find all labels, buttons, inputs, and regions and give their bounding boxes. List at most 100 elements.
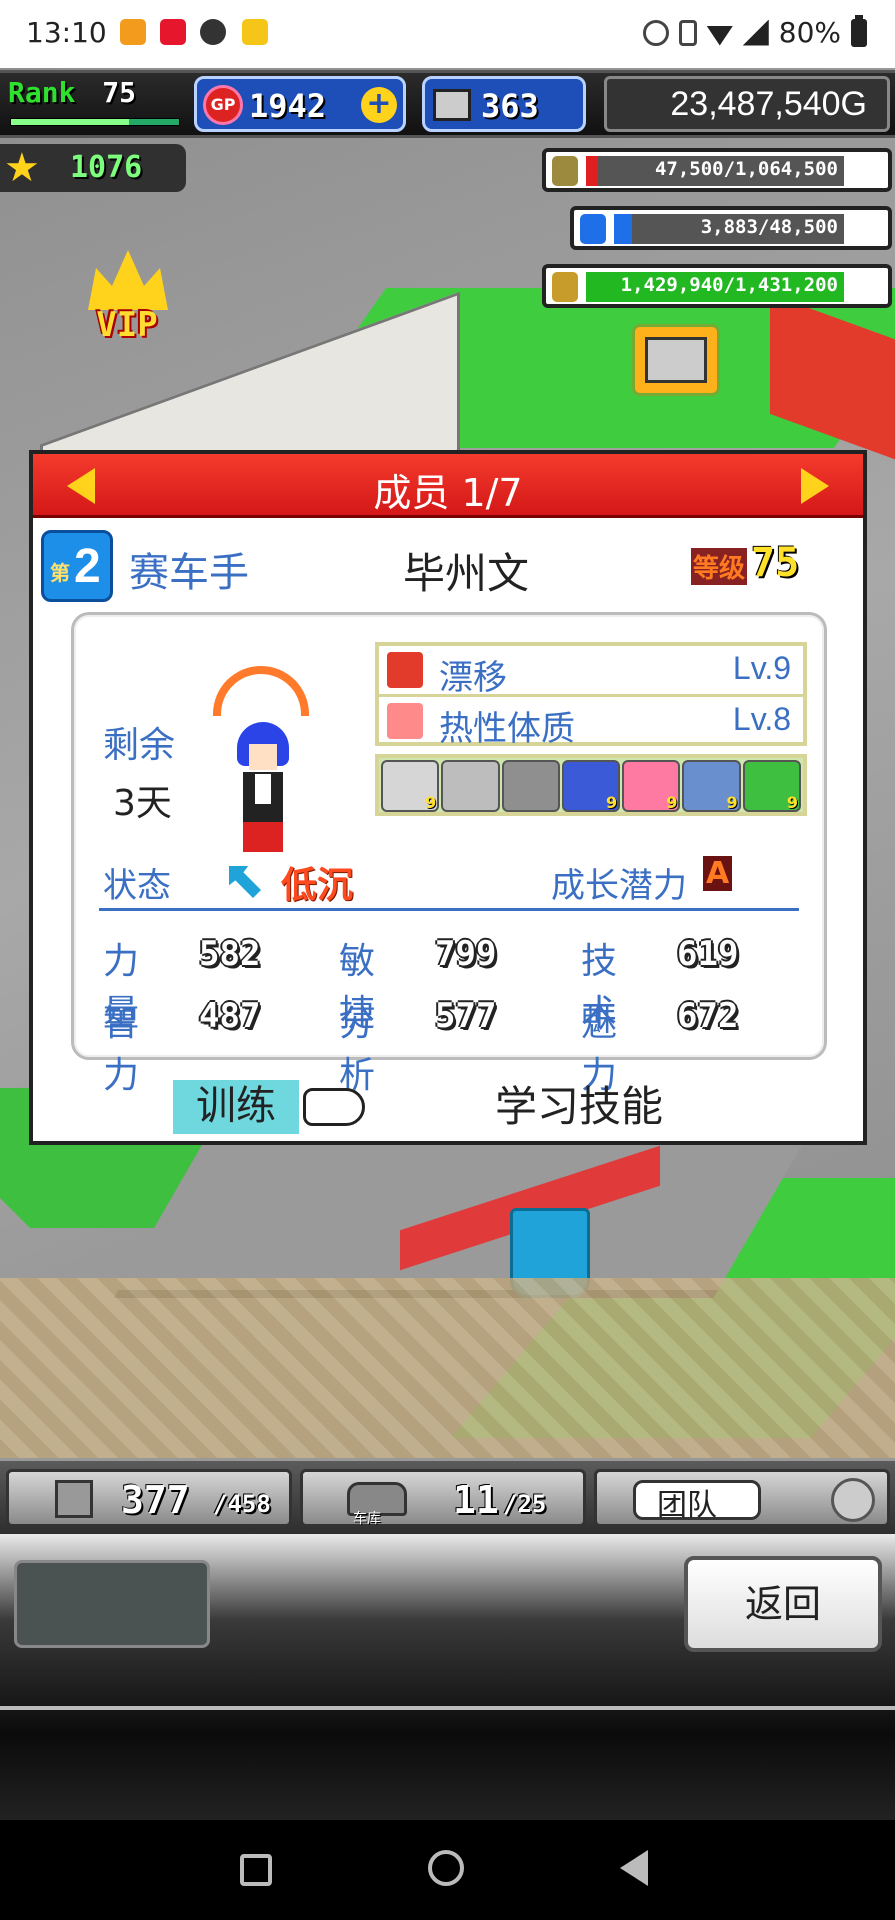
parts-icon xyxy=(55,1480,93,1518)
rank-number: 2 xyxy=(74,540,101,593)
remaining-label: 剩余 xyxy=(103,725,176,766)
research-box[interactable]: 363 xyxy=(422,76,586,132)
research-resource-text: 1,429,940/1,431,200 xyxy=(620,274,838,296)
stat-value: 799 xyxy=(435,934,497,974)
stat-value: 672 xyxy=(677,996,739,1036)
gear-slot-icon[interactable] xyxy=(501,760,560,812)
vip-button[interactable]: VIP xyxy=(72,250,182,355)
equipment-row: 9 9 9 9 9 xyxy=(375,754,807,816)
bottom-strip: 377 /458 车库 11 /25 团队 xyxy=(0,1458,895,1534)
gp-icon: GP xyxy=(203,85,243,125)
gear-level: 9 xyxy=(726,793,738,812)
learn-skill-button[interactable]: 学习技能 xyxy=(495,1080,663,1134)
dialog-header: 成员 1/7 xyxy=(33,454,863,518)
fans-value: 1076 xyxy=(70,150,143,185)
skill-row[interactable]: 热性体质 Lv.8 xyxy=(379,694,803,749)
stat-value: 582 xyxy=(199,934,261,974)
garage-max: /25 xyxy=(503,1490,547,1518)
app-icon xyxy=(200,19,226,45)
research-points-value: 363 xyxy=(481,87,539,125)
add-gp-button[interactable]: + xyxy=(361,87,397,123)
gear-level: 9 xyxy=(666,793,678,812)
condition-label: 状态 xyxy=(103,866,171,906)
gear-level: 9 xyxy=(425,793,437,812)
back-button[interactable]: 返回 xyxy=(684,1556,882,1652)
garage-box[interactable]: 车库 11 /25 xyxy=(300,1469,586,1527)
driver-sprite xyxy=(233,722,293,852)
fuel-resource-text: 47,500/1,064,500 xyxy=(654,158,838,180)
divider xyxy=(0,1706,895,1710)
stat-value: 619 xyxy=(677,934,739,974)
stat-label: 分析 xyxy=(339,1003,376,1096)
member-dialog: 成员 1/7 第 2 赛车手 毕州文 等级 75 剩余 3天 漂移 Lv.9 热… xyxy=(29,450,867,1145)
battery-icon xyxy=(851,14,867,47)
menu-button[interactable] xyxy=(14,1560,210,1648)
garage-label: 车库 xyxy=(353,1511,381,1527)
gear-level: 9 xyxy=(605,793,618,812)
computer-icon xyxy=(433,89,471,121)
coin-stack-icon xyxy=(552,156,578,186)
gear-level: 9 xyxy=(786,793,798,812)
parts-value: 377 xyxy=(121,1478,190,1522)
gp-box[interactable]: GP 1942 + xyxy=(194,76,406,132)
nav-bar xyxy=(0,1820,895,1920)
condition-value: 低沉 xyxy=(281,865,354,906)
star-icon: ★ xyxy=(4,145,40,191)
notification-icon xyxy=(120,19,146,45)
train-button[interactable]: 训练 xyxy=(173,1080,299,1134)
vibrate-icon xyxy=(678,19,697,46)
potential-label: 成长潜力 xyxy=(551,866,687,906)
drift-car-icon xyxy=(387,652,423,688)
gear-slot-icon[interactable]: 9 xyxy=(381,760,440,812)
battery-percent: 80% xyxy=(778,16,841,49)
rank-progress-fill xyxy=(11,119,129,125)
parts-max: /458 xyxy=(213,1490,271,1518)
skills-list: 漂移 Lv.9 热性体质 Lv.8 xyxy=(375,642,807,749)
home-button[interactable] xyxy=(428,1850,464,1886)
gear-slot-icon[interactable]: 9 xyxy=(561,760,621,812)
back-nav-button[interactable] xyxy=(620,1850,648,1886)
member-role: 赛车手 xyxy=(129,550,249,596)
team-box[interactable]: 团队 xyxy=(594,1469,890,1527)
team-label: 团队 xyxy=(657,1488,717,1523)
rank-prefix: 第 xyxy=(50,561,70,585)
skill-row[interactable]: 漂移 Lv.9 xyxy=(379,646,803,698)
parts-box[interactable]: 377 /458 xyxy=(6,1469,292,1527)
stat-value: 577 xyxy=(435,996,497,1036)
fuel-resource: 47,500/1,064,500 xyxy=(542,148,892,192)
garage-value: 11 xyxy=(453,1478,499,1522)
status-time: 13:10 xyxy=(26,16,107,49)
money-display: 23,487,540G xyxy=(604,76,890,132)
level-label: 等级 xyxy=(691,548,748,585)
rank-value: 75 xyxy=(102,76,137,109)
next-member-button[interactable] xyxy=(801,468,829,504)
avatar-icon xyxy=(831,1478,875,1522)
game-icon xyxy=(242,19,268,45)
divider xyxy=(99,908,799,911)
rank-badge: 第 2 xyxy=(41,530,113,602)
level-value: 75 xyxy=(751,540,800,586)
rank-label: Rank xyxy=(8,76,76,109)
remaining-value: 3天 xyxy=(113,783,172,824)
alarm-icon xyxy=(642,19,669,46)
snowman-icon xyxy=(387,703,423,739)
computer-bubble-icon[interactable] xyxy=(632,324,720,396)
signal-icon xyxy=(742,19,769,46)
skill-level: Lv.8 xyxy=(732,701,791,737)
gear-slot-icon[interactable] xyxy=(441,760,500,812)
rank-progress-bar xyxy=(10,118,180,126)
rank-display: Rank 75 xyxy=(8,76,136,109)
potential-value: A xyxy=(703,856,733,891)
gear-slot-icon[interactable]: 9 xyxy=(682,760,741,812)
fans-display: ★ 1076 xyxy=(0,144,186,192)
gear-slot-icon[interactable]: 9 xyxy=(622,760,681,812)
pointing-hand-icon xyxy=(303,1088,365,1126)
gear-slot-icon[interactable]: 9 xyxy=(742,760,801,812)
skill-level: Lv.9 xyxy=(732,650,791,686)
crown-icon xyxy=(88,250,168,310)
stat-label: 智力 xyxy=(103,1003,140,1096)
skill-name: 热性体质 xyxy=(439,709,575,749)
wheat-icon xyxy=(552,272,578,302)
skill-name: 漂移 xyxy=(439,658,507,698)
recents-button[interactable] xyxy=(240,1854,272,1886)
